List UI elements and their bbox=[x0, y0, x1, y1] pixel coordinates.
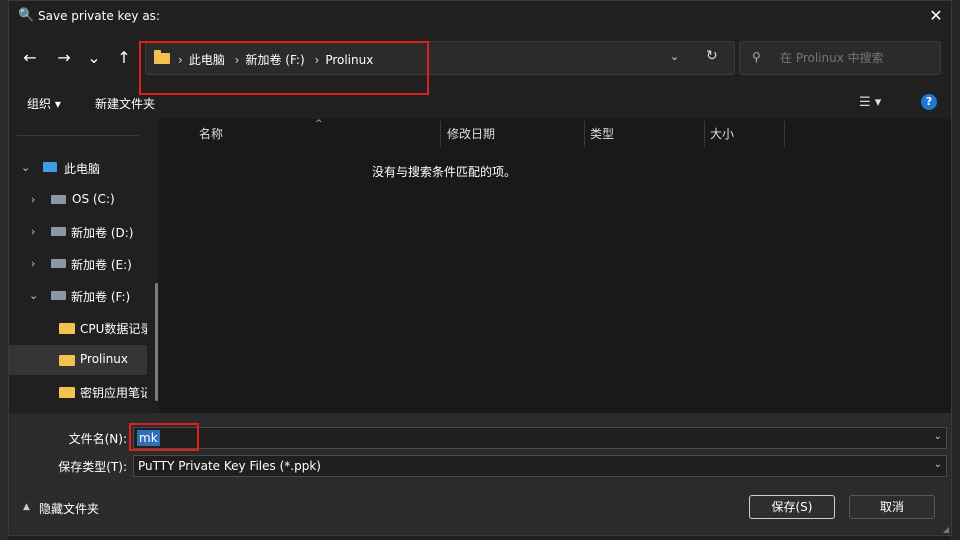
drive-icon bbox=[51, 259, 66, 268]
column-divider[interactable] bbox=[704, 121, 705, 147]
sidebar-item-cpu-folder[interactable]: CPU数据记录 bbox=[9, 313, 147, 343]
column-header-type[interactable]: 类型 bbox=[590, 125, 614, 142]
filetype-label: 保存类型(T): bbox=[58, 460, 127, 474]
sidebar-item-label: 密钥应用笔记 bbox=[80, 386, 147, 400]
search-icon: ⚲ bbox=[752, 50, 761, 64]
sidebar-item-label: 此电脑 bbox=[64, 162, 101, 176]
filetype-select[interactable]: PuTTY Private Key Files (*.ppk) ⌄ bbox=[133, 455, 947, 477]
sidebar-item-label: 新加卷 (F:) bbox=[71, 290, 131, 304]
hide-folders-label: 隐藏文件夹 bbox=[39, 502, 100, 516]
column-header-date-modified[interactable]: 修改日期 bbox=[447, 125, 495, 142]
column-divider[interactable] bbox=[584, 121, 585, 147]
windows-drive-icon bbox=[51, 195, 66, 204]
drive-icon bbox=[51, 227, 66, 236]
sidebar-item-label: 新加卷 (D:) bbox=[71, 226, 134, 240]
sidebar-item-label: Prolinux bbox=[80, 352, 129, 366]
file-list: ^ 名称 修改日期 类型 大小 没有与搜索条件匹配的项。 bbox=[159, 119, 951, 413]
sidebar-item-this-pc[interactable]: ⌄ 此电脑 bbox=[9, 153, 147, 183]
folder-icon bbox=[59, 387, 75, 398]
chevron-right-icon[interactable]: › bbox=[31, 193, 35, 206]
chevron-down-icon[interactable]: ⌄ bbox=[29, 289, 38, 302]
computer-icon bbox=[43, 162, 57, 172]
column-divider[interactable] bbox=[784, 121, 785, 147]
save-dialog: 🔍 Save private key as: ✕ ← → ⌄ ↑ › 此电脑 › 新… bbox=[8, 0, 952, 536]
chevron-right-icon[interactable]: › bbox=[31, 225, 35, 238]
background-window-edge-left bbox=[0, 0, 8, 540]
back-button[interactable]: ← bbox=[19, 47, 41, 69]
sidebar-item-drive-e[interactable]: › 新加卷 (E:) bbox=[9, 249, 147, 279]
column-header-name[interactable]: 名称 bbox=[199, 125, 223, 142]
folder-icon bbox=[59, 355, 75, 366]
column-divider[interactable] bbox=[440, 121, 441, 147]
chevron-down-icon[interactable]: ⌄ bbox=[934, 431, 942, 442]
navigation-pane: ⌄ 此电脑 › OS (C:) › 新加卷 (D:) › 新加卷 (E:) ⌄ … bbox=[9, 119, 159, 413]
search-input[interactable] bbox=[780, 51, 935, 65]
sidebar-scrollbar[interactable] bbox=[155, 283, 158, 401]
title-bar: 🔍 Save private key as: ✕ bbox=[9, 1, 951, 33]
drive-icon bbox=[51, 291, 66, 300]
sidebar-item-label: CPU数据记录 bbox=[80, 322, 147, 336]
resize-grip-icon[interactable]: ◢ bbox=[943, 525, 949, 534]
folder-icon bbox=[59, 323, 75, 334]
filename-field[interactable]: mk ⌄ bbox=[133, 427, 947, 449]
sidebar-item-drive-f[interactable]: ⌄ 新加卷 (F:) bbox=[9, 281, 147, 311]
close-button[interactable]: ✕ bbox=[921, 1, 951, 33]
sort-ascending-icon: ^ bbox=[315, 119, 323, 129]
sidebar-divider bbox=[17, 135, 139, 136]
column-header-size[interactable]: 大小 bbox=[710, 125, 734, 142]
forward-button[interactable]: → bbox=[53, 47, 75, 69]
sidebar-item-prolinux[interactable]: Prolinux bbox=[9, 345, 147, 375]
sidebar-item-drive-d[interactable]: › 新加卷 (D:) bbox=[9, 217, 147, 247]
save-options-panel: 文件名(N): mk ⌄ 保存类型(T): PuTTY Private Key … bbox=[9, 413, 951, 535]
filename-label: 文件名(N): bbox=[68, 432, 127, 446]
highlight-annotation-address bbox=[139, 41, 429, 95]
search-box[interactable]: ⚲ bbox=[739, 41, 941, 75]
chevron-up-icon: ▲ bbox=[23, 502, 30, 512]
sidebar-item-drive-c[interactable]: › OS (C:) bbox=[9, 185, 147, 215]
highlight-annotation-filename bbox=[129, 423, 199, 451]
address-history-chevron-icon[interactable]: ⌄ bbox=[670, 50, 686, 63]
putty-key-icon: 🔍 bbox=[18, 8, 35, 23]
sidebar-item-label: OS (C:) bbox=[72, 192, 115, 206]
view-options-icon[interactable]: ☰ ▾ bbox=[859, 95, 881, 110]
dialog-title: Save private key as: bbox=[38, 9, 160, 23]
save-button[interactable]: 保存(S) bbox=[749, 495, 835, 519]
chevron-right-icon[interactable]: › bbox=[31, 257, 35, 270]
chevron-down-icon[interactable]: ⌄ bbox=[934, 459, 942, 470]
help-icon[interactable]: ? bbox=[921, 94, 937, 110]
sidebar-item-label: 新加卷 (E:) bbox=[71, 258, 132, 272]
sidebar-item-key-notes[interactable]: 密钥应用笔记 bbox=[9, 377, 147, 407]
recent-locations-button[interactable]: ⌄ bbox=[83, 47, 105, 69]
organize-menu[interactable]: 组织 ▾ bbox=[27, 95, 61, 112]
cancel-button[interactable]: 取消 bbox=[849, 495, 935, 519]
new-folder-button[interactable]: 新建文件夹 bbox=[95, 95, 155, 112]
refresh-icon[interactable]: ↻ bbox=[706, 48, 724, 64]
empty-results-message: 没有与搜索条件匹配的项。 bbox=[371, 165, 516, 179]
up-button[interactable]: ↑ bbox=[113, 47, 135, 69]
chevron-down-icon[interactable]: ⌄ bbox=[21, 161, 30, 174]
filetype-value: PuTTY Private Key Files (*.ppk) bbox=[138, 459, 321, 473]
